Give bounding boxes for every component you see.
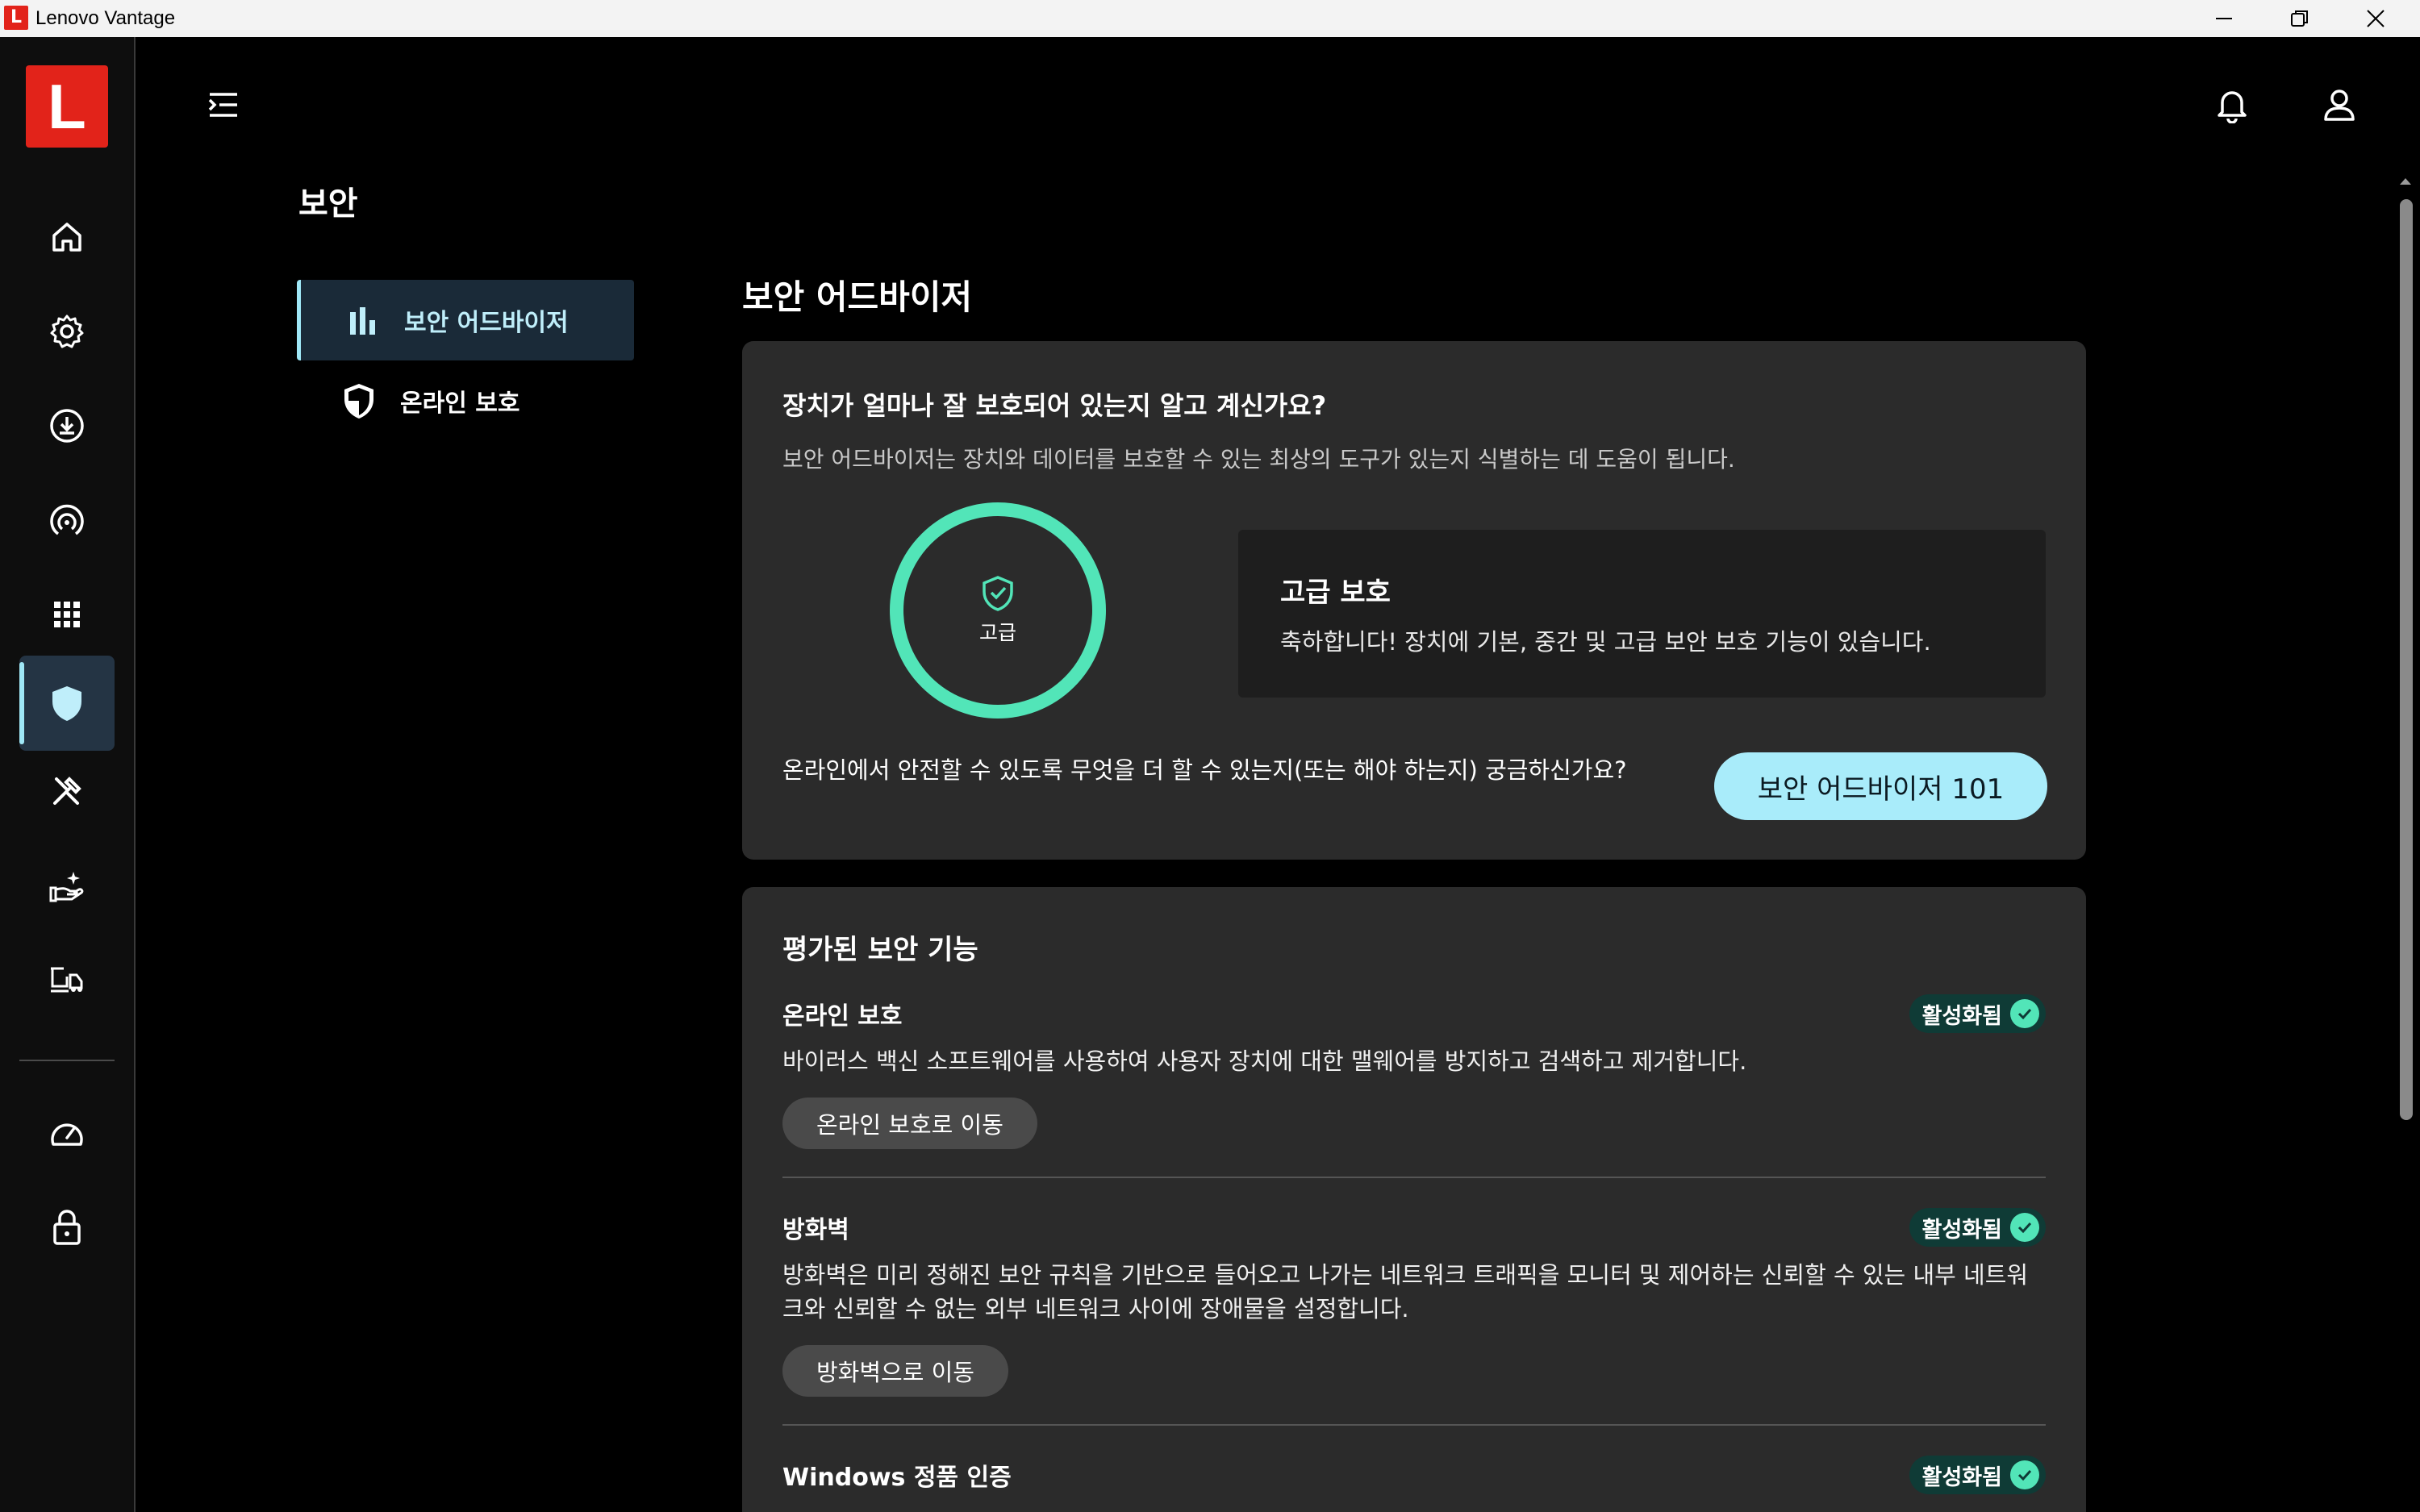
- shield-check-icon: [983, 576, 1013, 611]
- status-badge: 활성화됨: [1909, 1456, 2046, 1494]
- rail-item-tools[interactable]: [19, 744, 115, 839]
- learn-more-question: 온라인에서 안전할 수 있도록 무엇을 더 할 수 있는지(또는 해야 하는지)…: [782, 756, 1627, 784]
- divider: [782, 1177, 2046, 1178]
- feature-description: 바이러스 백신 소프트웨어를 사용하여 사용자 장치에 대한 맬웨어를 방지하고…: [782, 1048, 1747, 1075]
- feature-title: 온라인 보호: [782, 1002, 903, 1031]
- security-advisor-101-button[interactable]: 보안 어드바이저 101: [1714, 752, 2047, 820]
- rail-item-power[interactable]: [19, 473, 115, 568]
- section-title: 보안 어드바이저: [742, 277, 973, 317]
- advisor-card: 장치가 얼마나 잘 보호되어 있는지 알고 계신가요? 보안 어드바이저는 장치…: [742, 341, 2086, 860]
- protection-level-title: 고급 보호: [1280, 577, 1391, 609]
- protection-level-description: 축하합니다! 장치에 기본, 중간 및 고급 보안 보호 기능이 있습니다.: [1280, 628, 1931, 656]
- subnav-label: 보안 어드바이저: [404, 309, 569, 337]
- bell-icon: [2218, 91, 2247, 123]
- divider: [782, 1424, 2046, 1426]
- check-icon: [2010, 999, 2039, 1028]
- status-badge: 활성화됨: [1909, 994, 2046, 1033]
- gauge-icon: [50, 504, 84, 535]
- page-title: 보안: [298, 185, 358, 223]
- vertical-scrollbar[interactable]: [2394, 173, 2417, 1512]
- shield-half-icon: [339, 381, 379, 420]
- bar-chart-icon: [343, 306, 383, 335]
- rail-item-home[interactable]: [19, 190, 115, 285]
- scroll-up-arrow-icon[interactable]: [2397, 173, 2414, 190]
- close-button[interactable]: [2338, 0, 2414, 37]
- download-icon: [50, 409, 84, 443]
- rail-item-performance[interactable]: [19, 1085, 115, 1181]
- title-bar: L Lenovo Vantage: [0, 0, 2420, 37]
- restore-button[interactable]: [2262, 0, 2338, 37]
- minimize-icon: [2216, 18, 2232, 19]
- device-support-icon: [51, 967, 83, 993]
- rail-item-security[interactable]: [19, 656, 115, 751]
- features-card: 평가된 보안 기능 온라인 보호 활성화됨 바이러스 백신 소프트웨어를 사용하…: [742, 887, 2086, 1512]
- window-title: Lenovo Vantage: [35, 7, 176, 29]
- advisor-question: 장치가 얼마나 잘 보호되어 있는지 알고 계신가요?: [782, 390, 1327, 421]
- features-title: 평가된 보안 기능: [782, 934, 978, 966]
- tools-icon: [53, 777, 81, 805]
- speedometer-icon: [51, 1123, 83, 1146]
- lock-icon: [53, 1210, 81, 1245]
- account-button[interactable]: [2319, 85, 2360, 125]
- protection-level-ring: 고급: [890, 502, 1106, 719]
- rail-item-settings[interactable]: [19, 284, 115, 379]
- rail-item-services[interactable]: [19, 838, 115, 933]
- subnav-online-protection[interactable]: 온라인 보호: [297, 360, 634, 441]
- rail-divider: [19, 1060, 115, 1061]
- scroll-thumb[interactable]: [2400, 199, 2413, 1120]
- advisor-description: 보안 어드바이저는 장치와 데이터를 보호할 수 있는 최상의 도구가 있는지 …: [782, 446, 1735, 473]
- rail-item-lock[interactable]: [19, 1180, 115, 1275]
- home-icon: [52, 223, 81, 252]
- grid-icon: [54, 602, 80, 627]
- nav-rail: L: [0, 37, 136, 1512]
- subnav-label: 온라인 보호: [400, 389, 520, 418]
- gear-icon: [50, 314, 84, 348]
- feature-title: Windows 정품 인증: [782, 1464, 1012, 1492]
- feature-description: 방화벽은 미리 정해진 보안 규칙을 기반으로 들어오고 나가는 네트워크 트래…: [782, 1261, 2029, 1322]
- menu-toggle-button[interactable]: [203, 85, 244, 125]
- user-icon: [2324, 90, 2355, 121]
- shield-icon: [52, 686, 81, 721]
- minimize-button[interactable]: [2186, 0, 2262, 37]
- rail-item-support[interactable]: [19, 932, 115, 1027]
- feature-title: 방화벽: [782, 1216, 849, 1244]
- restore-icon: [2291, 10, 2308, 27]
- subnav-security-advisor[interactable]: 보안 어드바이저: [297, 280, 634, 360]
- app-icon: L: [4, 6, 28, 30]
- menu-collapse-icon: [208, 93, 237, 117]
- status-badge: 활성화됨: [1909, 1208, 2046, 1247]
- notifications-button[interactable]: [2212, 85, 2252, 125]
- protection-level-box: 고급 보호 축하합니다! 장치에 기본, 중간 및 고급 보안 보호 기능이 있…: [1238, 530, 2046, 698]
- check-icon: [2010, 1213, 2039, 1242]
- close-icon: [2367, 10, 2385, 27]
- go-firewall-button[interactable]: 방화벽으로 이동: [782, 1345, 1008, 1397]
- hand-sparkle-icon: [49, 872, 84, 902]
- rail-item-apps[interactable]: [19, 567, 115, 662]
- check-icon: [2010, 1460, 2039, 1489]
- go-online-protection-button[interactable]: 온라인 보호로 이동: [782, 1098, 1037, 1149]
- ring-label: 고급: [978, 621, 1016, 644]
- rail-item-updates[interactable]: [19, 378, 115, 473]
- lenovo-logo: L: [26, 65, 108, 148]
